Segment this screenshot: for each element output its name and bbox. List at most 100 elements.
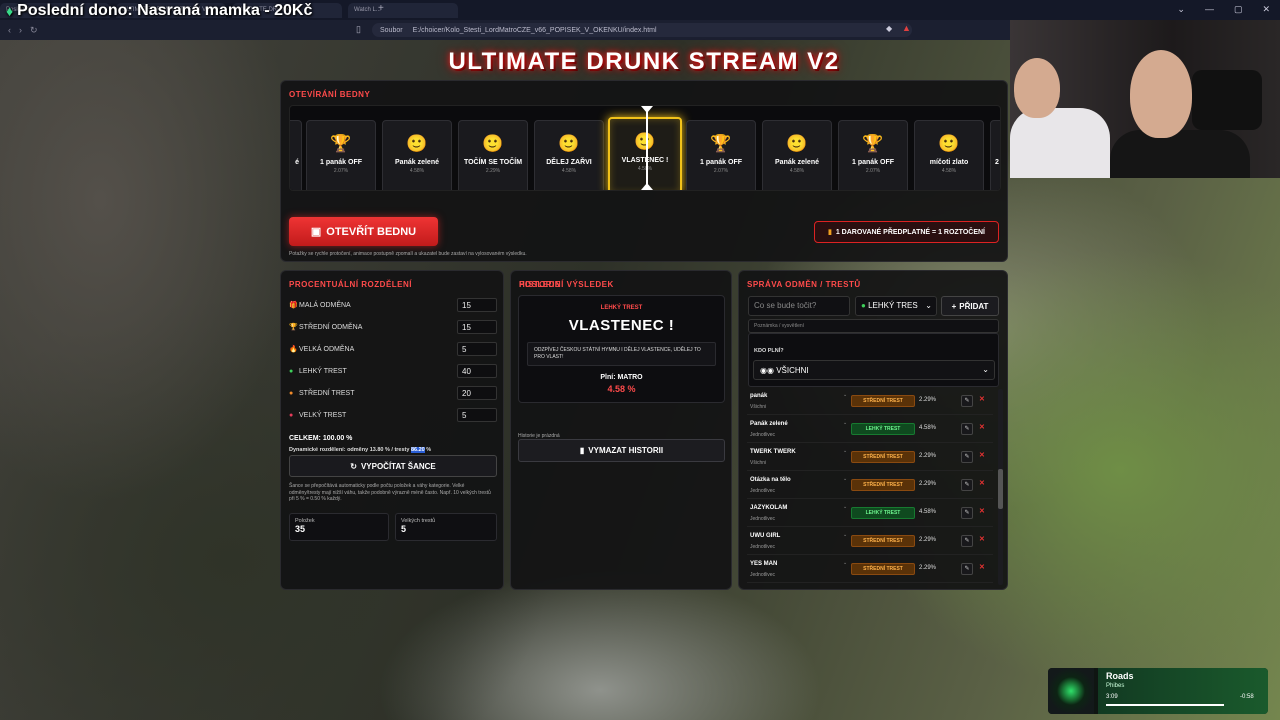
chevron-down-icon[interactable]: ⌄	[843, 448, 847, 454]
result-percent: 4.58 %	[607, 384, 636, 394]
distribution-row: ● STŘEDNÍ TREST 20	[289, 385, 497, 401]
distribution-row: 🎁 MALÁ ODMĚNA 15	[289, 297, 497, 313]
chevron-down-icon[interactable]: ⌄	[843, 504, 847, 510]
edit-icon[interactable]: ✎	[961, 479, 973, 491]
add-item-button[interactable]: + PŘIDAT	[941, 296, 999, 316]
tab-search-icon[interactable]: ⌄	[1177, 4, 1185, 15]
item-name-input[interactable]: Co se bude točit?	[748, 296, 850, 316]
back-icon[interactable]: ‹	[8, 25, 11, 36]
delete-icon[interactable]: ✕	[979, 395, 985, 403]
url-field[interactable]: Soubor E:/choicer/Kolo_Stesti_LordMatroC…	[372, 23, 912, 37]
assignee-label: KDO PLNÍ?	[754, 348, 784, 354]
weight-input[interactable]: 5	[457, 408, 497, 422]
scrollbar-thumb[interactable]	[998, 469, 1003, 509]
distribution-row: ● VELKÝ TREST 5	[289, 407, 497, 423]
red-dot-icon: ●	[289, 411, 294, 419]
plus-icon: +	[951, 301, 957, 311]
reel-card-selected: 🙂 VLASTENEC ! 4.58%	[608, 117, 682, 190]
close-icon[interactable]: ✕	[1262, 4, 1270, 15]
weight-input[interactable]: 5	[457, 342, 497, 356]
chevron-down-icon[interactable]: ⌄	[843, 532, 847, 538]
maximize-icon[interactable]: ▢	[1234, 4, 1243, 15]
subscription-spin-button[interactable]: ▮ 1 DAROVANÉ PŘEDPLATNÉ = 1 ROZTOČENÍ	[814, 221, 999, 243]
weight-input[interactable]: 15	[457, 298, 497, 312]
dynamic-split: Dynamické rozdělení: odměny 13.80 % / tr…	[289, 447, 432, 453]
reel-card: 2	[990, 120, 1000, 190]
category-badge[interactable]: LEHKÝ TREST	[851, 507, 915, 519]
gaming-chair	[1192, 70, 1262, 130]
smile-icon: 🙂	[938, 134, 960, 153]
category-badge[interactable]: STŘEDNÍ TREST	[851, 451, 915, 463]
progress-bar	[1106, 704, 1224, 706]
result-category: LEHKÝ TREST	[600, 305, 643, 311]
spin-hint: Potažky se rychle protočení, animace pos…	[289, 251, 527, 257]
category-badge[interactable]: STŘEDNÍ TREST	[851, 479, 915, 491]
list-scrollbar[interactable]	[998, 389, 1003, 585]
browser-tab[interactable]: Watch L...	[348, 3, 458, 18]
category-badge[interactable]: STŘEDNÍ TREST	[851, 395, 915, 407]
category-badge[interactable]: STŘEDNÍ TREST	[851, 535, 915, 547]
delete-icon[interactable]: ✕	[979, 451, 985, 459]
reel-card: 🙂 TOČÍM SE TOČÍM 2.29%	[458, 120, 528, 190]
trophy-icon: 🏆	[862, 134, 884, 153]
result-name: VLASTENEC !	[568, 317, 675, 334]
edit-icon[interactable]: ✎	[961, 507, 973, 519]
weight-input[interactable]: 20	[457, 386, 497, 400]
open-case-button[interactable]: ▣ OTEVŘÍT BEDNU	[289, 217, 438, 246]
chevron-down-icon[interactable]: ⌄	[843, 420, 847, 426]
last-result-card: LEHKÝ TREST VLASTENEC ! ODZPÍVEJ ČESKOU …	[518, 295, 725, 403]
distribution-row: 🔥 VELKÁ ODMĚNA 5	[289, 341, 497, 357]
album-art	[1048, 668, 1094, 714]
delete-icon[interactable]: ✕	[979, 423, 985, 431]
smile-icon: 🙂	[482, 134, 504, 153]
forward-icon[interactable]: ›	[19, 25, 22, 36]
distribution-note: Šance se přepočítává automaticky podle p…	[289, 483, 491, 502]
category-select[interactable]: ● LEHKÝ TRES ⌄	[855, 296, 937, 316]
reel-card: 🙂 míčoti zlato 4.58%	[914, 120, 984, 190]
chevron-down-icon: ⌄	[982, 365, 989, 374]
edit-icon[interactable]: ✎	[961, 563, 973, 575]
weight-input[interactable]: 15	[457, 320, 497, 334]
song-artist: Phibes	[1106, 683, 1125, 689]
description-input[interactable]: Poznámka / vysvětlení	[748, 319, 999, 333]
donation-overlay: ♦ Poslední dono: Nasraná mamka - 20Kč	[6, 2, 312, 20]
category-badge[interactable]: STŘEDNÍ TREST	[851, 563, 915, 575]
delete-icon[interactable]: ✕	[979, 507, 985, 515]
fire-icon: 🔥	[289, 346, 298, 353]
music-player-widget: Roads Phibes 3:09 -0:58	[1048, 668, 1268, 714]
chevron-down-icon: ⌄	[925, 301, 932, 310]
delete-icon[interactable]: ✕	[979, 535, 985, 543]
chevron-down-icon[interactable]: ⌄	[843, 560, 847, 566]
assignee-box: KDO PLNÍ? ◉◉ VŠICHNI ⌄	[748, 333, 999, 387]
gift-icon: 🎁	[289, 302, 298, 309]
webcam-feed	[1010, 20, 1280, 178]
weight-input[interactable]: 40	[457, 364, 497, 378]
edit-icon[interactable]: ✎	[961, 451, 973, 463]
warning-icon[interactable]: ▲	[902, 23, 911, 33]
chevron-down-icon[interactable]: ⌄	[843, 392, 847, 398]
calculate-chances-button[interactable]: ↻ VYPOČÍTAT ŠANCE	[289, 455, 497, 477]
page-title: ULTIMATE DRUNK STREAM V2	[448, 48, 840, 75]
category-badge[interactable]: LEHKÝ TREST	[851, 423, 915, 435]
delete-icon[interactable]: ✕	[979, 479, 985, 487]
bookmark-icon[interactable]: ▯	[356, 24, 361, 35]
webcam-person	[1010, 108, 1110, 178]
edit-icon[interactable]: ✎	[961, 535, 973, 547]
new-tab-icon[interactable]: +	[378, 3, 384, 14]
extension-icon[interactable]: ◆	[886, 24, 892, 33]
minimize-icon[interactable]: —	[1205, 4, 1214, 15]
reload-icon[interactable]: ↻	[30, 25, 38, 36]
chevron-down-icon[interactable]: ⌄	[843, 476, 847, 482]
clear-history-button[interactable]: ▮ VYMAZAT HISTORII	[518, 439, 725, 462]
trophy-icon: 🏆	[330, 134, 352, 153]
assignee-select[interactable]: ◉◉ VŠICHNI ⌄	[753, 360, 995, 380]
delete-icon[interactable]: ✕	[979, 563, 985, 571]
edit-icon[interactable]: ✎	[961, 423, 973, 435]
gift-icon: ♦	[6, 3, 14, 19]
distribution-row: 🏆 STŘEDNÍ ODMĚNA 15	[289, 319, 497, 335]
edit-icon[interactable]: ✎	[961, 395, 973, 407]
box-icon: ▣	[310, 226, 322, 238]
section-heading: PROCENTUÁLNÍ ROZDĚLENÍ	[289, 280, 412, 289]
total-label: CELKEM: 100.00 %	[289, 435, 353, 442]
refresh-icon: ↻	[350, 461, 357, 471]
